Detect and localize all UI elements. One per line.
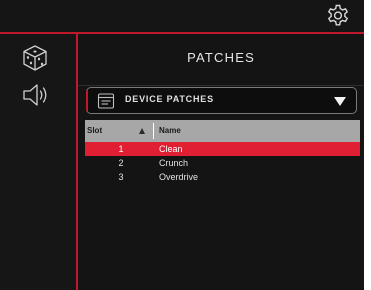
page-title: PATCHES <box>187 50 255 65</box>
column-header-name-label: Name <box>159 126 181 135</box>
name-cell: Overdrive <box>159 172 199 182</box>
column-header-name[interactable]: Name <box>154 120 360 142</box>
speaker-icon[interactable] <box>20 80 50 110</box>
table-header: Slot Name <box>85 120 360 142</box>
patch-source-dropdown[interactable]: DEVICE PATCHES <box>86 87 357 114</box>
slot-cell: 1 <box>118 144 124 154</box>
slot-cell: 3 <box>118 172 124 182</box>
top-bar <box>0 0 364 32</box>
dropdown-selected-value: DEVICE PATCHES <box>125 94 214 104</box>
column-header-slot-label: Slot <box>87 126 103 135</box>
name-cell: Crunch <box>159 158 189 168</box>
table-row[interactable]: 3 Overdrive <box>85 170 360 184</box>
chevron-down-icon <box>334 97 346 106</box>
name-cell: Clean <box>159 144 183 154</box>
gear-icon[interactable] <box>325 3 351 29</box>
dropdown-accent <box>86 90 88 111</box>
title-divider <box>78 85 364 86</box>
sort-ascending-icon <box>139 128 145 134</box>
column-header-slot[interactable]: Slot <box>85 120 153 142</box>
patches-table: Slot Name 1 Clean 2 Crunch 3 Overdrive <box>85 120 360 184</box>
table-row[interactable]: 1 Clean <box>85 142 360 156</box>
slot-cell: 2 <box>118 158 124 168</box>
app-window: PATCHES DEVICE PATCHES Slot Name 1 Clean… <box>0 0 364 290</box>
table-row[interactable]: 2 Crunch <box>85 156 360 170</box>
sidebar <box>0 34 76 290</box>
patches-panel: PATCHES DEVICE PATCHES Slot Name 1 Clean… <box>78 34 364 290</box>
device-icon <box>97 92 115 110</box>
dice-icon[interactable] <box>20 43 50 73</box>
